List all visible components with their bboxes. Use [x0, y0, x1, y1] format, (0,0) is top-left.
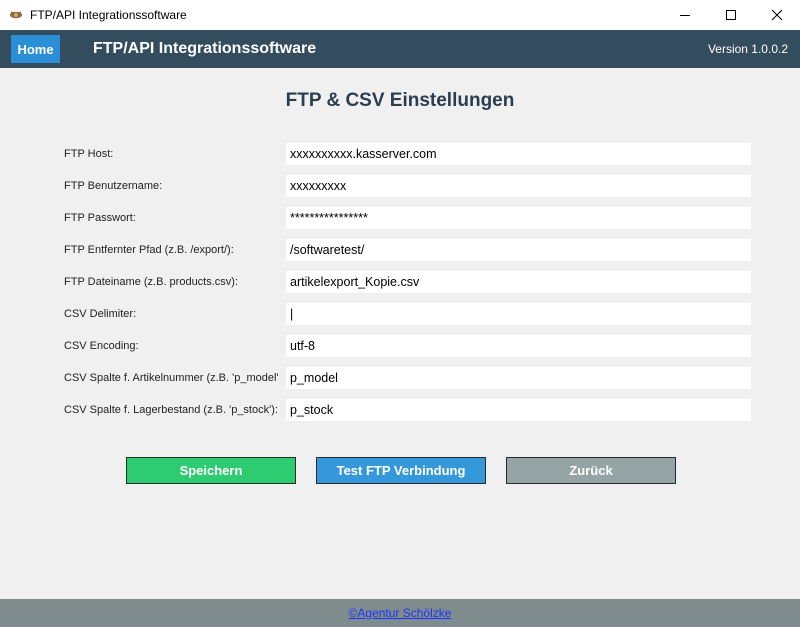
minimize-icon: [680, 15, 690, 16]
ftp-host-label: FTP Host:: [64, 148, 114, 160]
ftp-password-label: FTP Passwort:: [64, 212, 136, 224]
form-row-csv-delimiter: CSV Delimiter:: [0, 303, 800, 325]
maximize-icon: [726, 10, 736, 20]
form-row-ftp-host: FTP Host:: [0, 143, 800, 165]
footer: ©Agentur Schölzke: [0, 599, 800, 627]
csv-delimiter-label: CSV Delimiter:: [64, 308, 137, 320]
ftp-remote-path-label: FTP Entfernter Pfad (z.B. /export/):: [64, 244, 234, 256]
ftp-password-input[interactable]: [286, 207, 751, 229]
app-title: FTP/API Integrationssoftware: [93, 40, 317, 57]
page-title: FTP & CSV Einstellungen: [285, 90, 515, 111]
csv-sku-column-label: CSV Spalte f. Artikelnummer (z.B. 'p_mod…: [64, 372, 278, 384]
ftp-filename-input[interactable]: [286, 271, 751, 293]
csv-encoding-input[interactable]: [286, 335, 751, 357]
close-icon: [771, 9, 783, 21]
test-ftp-button[interactable]: Test FTP Verbindung: [316, 457, 486, 484]
navbar: Home FTP/API Integrationssoftware Versio…: [0, 30, 800, 68]
csv-encoding-label: CSV Encoding:: [64, 340, 139, 352]
back-button[interactable]: Zurück: [506, 457, 676, 484]
ftp-host-input[interactable]: [286, 143, 751, 165]
form-row-ftp-password: FTP Passwort:: [0, 207, 800, 229]
csv-sku-column-input[interactable]: [286, 367, 751, 389]
ftp-username-input[interactable]: [286, 175, 751, 197]
minimize-button[interactable]: [662, 0, 708, 30]
window-titlebar: FTP/API Integrationssoftware: [0, 0, 800, 30]
ftp-remote-path-input[interactable]: [286, 239, 751, 261]
window-title: FTP/API Integrationssoftware: [30, 8, 187, 22]
home-button[interactable]: Home: [11, 35, 60, 63]
form-row-csv-sku-column: CSV Spalte f. Artikelnummer (z.B. 'p_mod…: [0, 367, 800, 389]
ftp-filename-label: FTP Dateiname (z.B. products.csv):: [64, 276, 239, 288]
form-row-csv-encoding: CSV Encoding:: [0, 335, 800, 357]
ftp-username-label: FTP Benutzername:: [64, 180, 163, 192]
window-controls: [662, 0, 800, 30]
save-button[interactable]: Speichern: [126, 457, 296, 484]
app-icon: [9, 8, 23, 22]
version-label: Version 1.0.0.2: [707, 42, 788, 56]
close-button[interactable]: [754, 0, 800, 30]
csv-stock-column-label: CSV Spalte f. Lagerbestand (z.B. 'p_stoc…: [64, 404, 278, 416]
maximize-button[interactable]: [708, 0, 754, 30]
form-row-ftp-filename: FTP Dateiname (z.B. products.csv):: [0, 271, 800, 293]
form-row-ftp-remote-path: FTP Entfernter Pfad (z.B. /export/):: [0, 239, 800, 261]
footer-link[interactable]: ©Agentur Schölzke: [349, 606, 452, 620]
form-row-ftp-username: FTP Benutzername:: [0, 175, 800, 197]
form-row-csv-stock-column: CSV Spalte f. Lagerbestand (z.B. 'p_stoc…: [0, 399, 800, 421]
csv-delimiter-input[interactable]: [286, 303, 751, 325]
csv-stock-column-input[interactable]: [286, 399, 751, 421]
